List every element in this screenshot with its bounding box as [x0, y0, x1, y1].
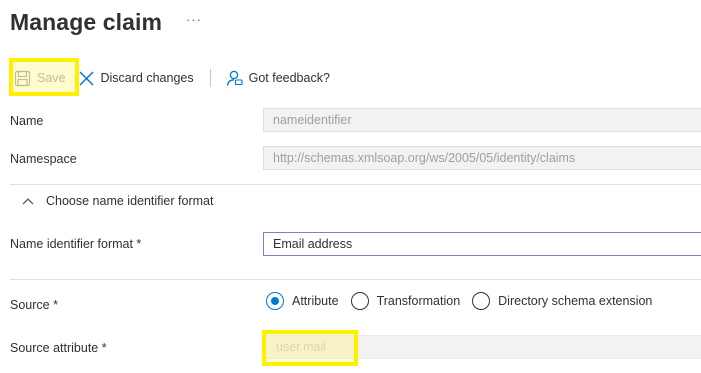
name-identifier-format-section-toggle[interactable]: Choose name identifier format	[22, 194, 213, 208]
source-option-label: Directory schema extension	[498, 294, 653, 308]
source-label: Source *	[10, 298, 58, 312]
radio-unchecked-icon[interactable]	[472, 292, 491, 310]
more-options-button[interactable]: ···	[186, 12, 202, 27]
name-label: Name	[10, 114, 44, 128]
source-option-directory-schema-extension[interactable]: Directory schema extension	[472, 292, 652, 310]
divider	[10, 184, 701, 185]
discard-changes-label: Discard changes	[100, 71, 194, 85]
page-title: Manage claim	[10, 8, 163, 35]
source-option-attribute[interactable]: Attribute	[266, 292, 339, 310]
feedback-icon	[226, 70, 243, 86]
namespace-field[interactable]: http://schemas.xmlsoap.org/ws/2005/05/id…	[263, 146, 701, 170]
source-attribute-label: Source attribute *	[10, 341, 107, 355]
name-field[interactable]: nameidentifier	[263, 108, 701, 132]
radio-unchecked-icon[interactable]	[350, 292, 369, 310]
divider	[10, 279, 701, 280]
close-icon	[78, 70, 94, 86]
chevron-up-icon	[22, 198, 34, 205]
toolbar-divider	[209, 69, 211, 87]
namespace-label: Namespace	[10, 152, 77, 166]
source-radio-group: Attribute Transformation Directory schem…	[266, 292, 664, 310]
discard-changes-button[interactable]: Discard changes	[72, 62, 200, 94]
radio-checked-icon[interactable]	[266, 292, 284, 310]
name-identifier-format-label: Name identifier format *	[10, 237, 142, 251]
got-feedback-button[interactable]: Got feedback?	[219, 62, 336, 94]
source-option-transformation[interactable]: Transformation	[350, 292, 461, 310]
source-option-label: Transformation	[376, 294, 461, 308]
save-button[interactable]: Save	[10, 62, 72, 94]
source-option-label: Attribute	[292, 294, 339, 308]
section-toggle-label: Choose name identifier format	[46, 194, 214, 208]
got-feedback-label: Got feedback?	[248, 71, 330, 85]
save-icon	[14, 70, 31, 86]
source-attribute-dropdown[interactable]: user.mail	[263, 335, 701, 359]
name-identifier-format-dropdown[interactable]: Email address	[263, 232, 701, 256]
save-label: Save	[37, 71, 66, 85]
title-row: Manage claim ···	[10, 6, 202, 38]
command-bar: Save Discard changes Got feedback?	[10, 62, 336, 94]
